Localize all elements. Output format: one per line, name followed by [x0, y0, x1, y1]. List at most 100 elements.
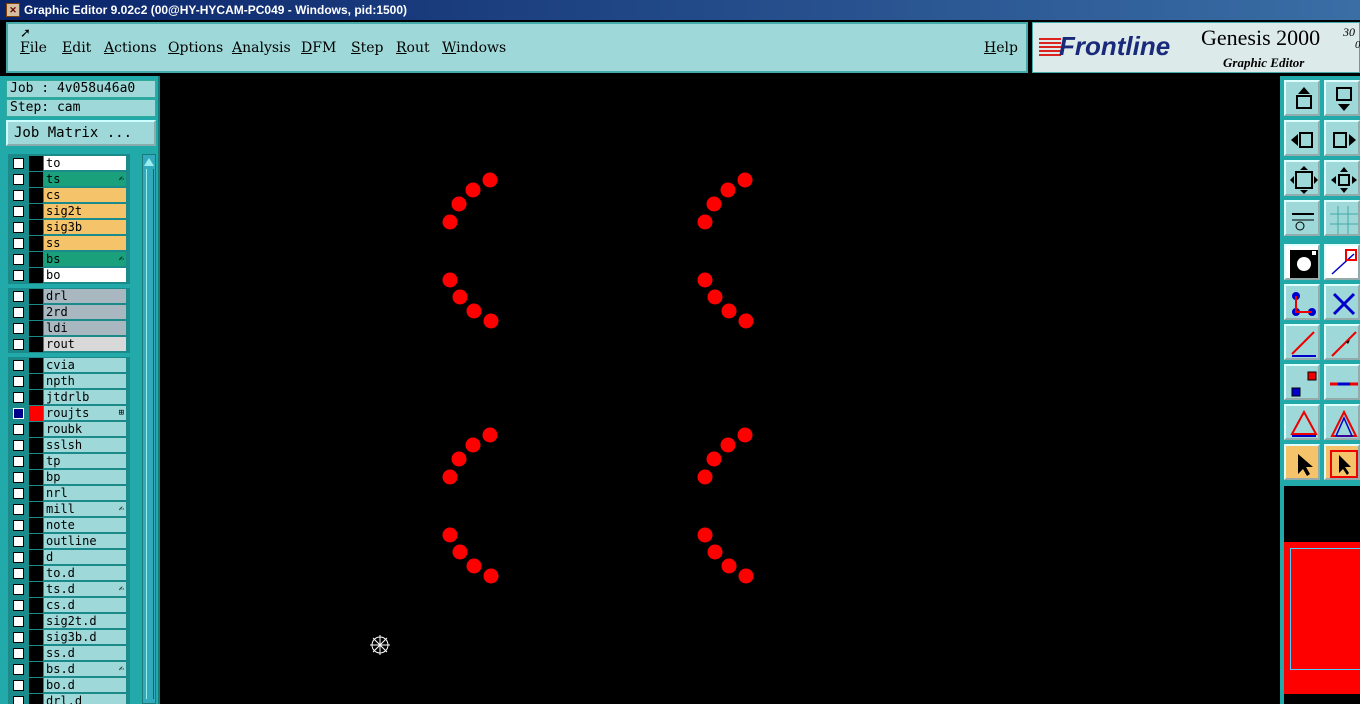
layer-checkbox[interactable] [13, 222, 24, 233]
layer-name[interactable]: tp [44, 454, 126, 468]
move-line-button[interactable] [1324, 324, 1360, 360]
layer-row[interactable]: jtdrlb [8, 390, 130, 405]
layer-checkbox[interactable] [13, 254, 24, 265]
pad-feature[interactable] [466, 303, 482, 319]
layer-name[interactable]: roujts ⊞ [44, 406, 126, 420]
layer-checkbox[interactable] [13, 158, 24, 169]
layer-row[interactable]: d [8, 550, 130, 565]
layer-row[interactable]: tp [8, 454, 130, 469]
pad-feature[interactable] [452, 289, 468, 305]
pad-feature[interactable] [465, 437, 481, 453]
layer-checkbox[interactable] [13, 323, 24, 334]
pad-feature[interactable] [697, 469, 713, 485]
layer-checkbox[interactable] [13, 536, 24, 547]
layer-affected-marker[interactable] [29, 406, 43, 421]
pad-feature[interactable] [442, 527, 458, 543]
menu-windows[interactable]: Windows [442, 40, 506, 56]
pad-feature[interactable] [706, 451, 722, 467]
layer-affected-marker[interactable] [29, 305, 43, 320]
pad-feature[interactable] [737, 172, 753, 188]
graphic-canvas[interactable] [160, 76, 1280, 704]
triangle-edit-button[interactable] [1284, 404, 1320, 440]
layer-name[interactable]: bs.d ✍ [44, 662, 126, 676]
pad-feature[interactable] [707, 544, 723, 560]
pad-feature[interactable] [482, 172, 498, 188]
layer-name[interactable]: sig3b [44, 220, 126, 234]
layer-row[interactable]: npth [8, 374, 130, 389]
pad-feature[interactable] [451, 451, 467, 467]
layer-name[interactable]: mill ✍ [44, 502, 126, 516]
zoom-fit-button[interactable] [1284, 160, 1320, 196]
layer-checkbox[interactable] [13, 408, 24, 419]
connect-nodes-button[interactable] [1284, 284, 1320, 320]
layer-checkbox[interactable] [13, 600, 24, 611]
layer-checkbox[interactable] [13, 424, 24, 435]
layer-affected-marker[interactable] [29, 220, 43, 235]
layer-row[interactable]: rout [8, 337, 130, 352]
layer-affected-marker[interactable] [29, 252, 43, 267]
menu-edit[interactable]: Edit [62, 40, 91, 56]
pad-feature[interactable] [706, 196, 722, 212]
layer-affected-marker[interactable] [29, 321, 43, 336]
pad-feature[interactable] [721, 303, 737, 319]
layer-name[interactable]: cvia [44, 358, 126, 372]
menu-step[interactable]: Step [351, 40, 383, 56]
menu-file[interactable]: File [20, 40, 47, 56]
layer-checkbox[interactable] [13, 339, 24, 350]
move-left-button[interactable] [1284, 120, 1320, 156]
layer-name[interactable]: ts ✍ [44, 172, 126, 186]
layer-affected-marker[interactable] [29, 678, 43, 693]
layer-name[interactable]: cs.d [44, 598, 126, 612]
layer-name[interactable]: bp [44, 470, 126, 484]
layer-row[interactable]: sslsh [8, 438, 130, 453]
layer-row[interactable]: outline [8, 534, 130, 549]
layer-affected-marker[interactable] [29, 502, 43, 517]
draw-line-button[interactable] [1324, 244, 1360, 280]
pad-feature[interactable] [466, 558, 482, 574]
layer-row[interactable]: ss [8, 236, 130, 251]
layer-row[interactable]: cs.d [8, 598, 130, 613]
layer-name[interactable]: jtdrlb [44, 390, 126, 404]
layer-row[interactable]: roubk [8, 422, 130, 437]
layer-affected-marker[interactable] [29, 614, 43, 629]
layer-name[interactable]: sslsh [44, 438, 126, 452]
pad-feature[interactable] [721, 558, 737, 574]
layer-checkbox[interactable] [13, 456, 24, 467]
layer-affected-marker[interactable] [29, 646, 43, 661]
pad-feature[interactable] [697, 272, 713, 288]
layer-checkbox[interactable] [13, 520, 24, 531]
overview-preview[interactable] [1282, 486, 1360, 704]
layer-name[interactable]: sig3b.d [44, 630, 126, 644]
layer-name[interactable]: ldi [44, 321, 126, 335]
job-matrix-button[interactable]: Job Matrix ... [6, 120, 156, 146]
layer-checkbox[interactable] [13, 632, 24, 643]
layer-affected-marker[interactable] [29, 630, 43, 645]
cross-delete-button[interactable] [1324, 284, 1360, 320]
layer-affected-marker[interactable] [29, 204, 43, 219]
layer-checkbox[interactable] [13, 190, 24, 201]
layer-name[interactable]: sig2t.d [44, 614, 126, 628]
layer-row[interactable]: to.d [8, 566, 130, 581]
layer-row[interactable]: nrl [8, 486, 130, 501]
pad-feature[interactable] [720, 182, 736, 198]
layer-checkbox[interactable] [13, 696, 24, 704]
layer-checkbox[interactable] [13, 307, 24, 318]
layer-name[interactable]: nrl [44, 486, 126, 500]
layer-row[interactable]: sig3b.d [8, 630, 130, 645]
layer-name[interactable]: ts.d ✍ [44, 582, 126, 596]
layer-name[interactable]: cs [44, 188, 126, 202]
move-up-button[interactable] [1284, 80, 1320, 116]
pad-feature[interactable] [452, 544, 468, 560]
layer-checkbox[interactable] [13, 270, 24, 281]
layer-name[interactable]: rout [44, 337, 126, 351]
layer-row[interactable]: cvia [8, 358, 130, 373]
layer-name[interactable]: bo [44, 268, 126, 282]
pad-feature[interactable] [720, 437, 736, 453]
layer-checkbox[interactable] [13, 504, 24, 515]
layer-row[interactable]: drl.d [8, 694, 130, 704]
scroll-track[interactable] [146, 169, 154, 699]
menu-analysis[interactable]: Analysis [232, 40, 291, 56]
layer-row[interactable]: bs ✍ [8, 252, 130, 267]
pad-feature[interactable] [442, 469, 458, 485]
layer-affected-marker[interactable] [29, 534, 43, 549]
